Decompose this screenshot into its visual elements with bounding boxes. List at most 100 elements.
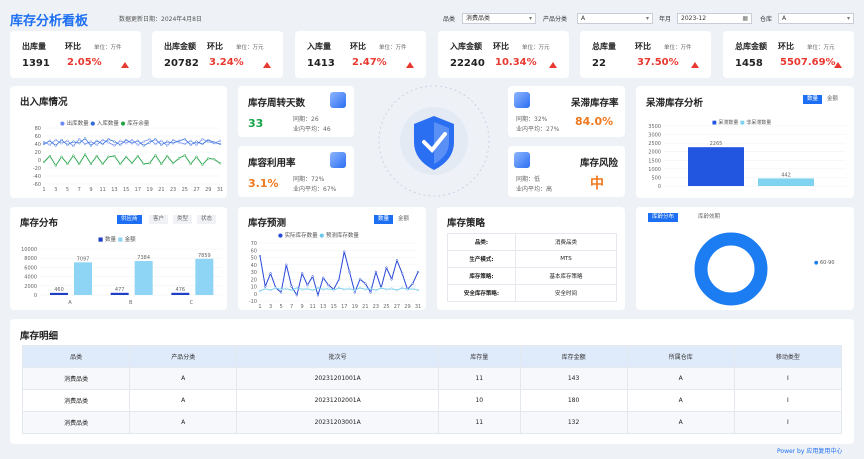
data-point — [189, 139, 192, 142]
tab-age-expiry[interactable]: 库龄效期 — [694, 213, 725, 222]
x-tick-label: C — [190, 300, 194, 306]
data-point — [72, 154, 75, 157]
table-cell: A — [626, 367, 735, 390]
kpi-name: 出库金额 — [164, 42, 196, 51]
up-arrow-icon — [834, 62, 842, 68]
data-point — [207, 157, 210, 160]
data-point — [166, 140, 169, 143]
stagnant-analysis-card: 呆滞库存分析 数量 金额 ■ 呆滞数量 ■ 非呆滞数量 3500 3000 2500… — [636, 86, 854, 198]
strategy-val: 安全时间 — [515, 284, 617, 302]
y-tick-label: 500 — [651, 175, 661, 181]
data-point — [95, 154, 98, 158]
column-header[interactable]: 产品分类 — [129, 345, 238, 368]
tab-customer[interactable]: 客户 — [149, 215, 169, 224]
bar-value-label: 2265 — [710, 141, 723, 147]
data-point — [89, 140, 93, 143]
strategy-row: 品类: 消费品类 — [447, 233, 617, 251]
tab-forecast-amount[interactable]: 金额 — [394, 215, 414, 224]
x-tick-label: 21 — [362, 304, 368, 310]
data-point — [207, 138, 210, 142]
data-point — [124, 138, 128, 142]
kpi-name: 入库量 — [307, 42, 331, 51]
data-point — [374, 270, 378, 274]
kpi-value: 20782 — [164, 58, 199, 69]
page-title: 库存分析看板 — [10, 14, 89, 29]
data-point — [274, 286, 277, 290]
data-point — [295, 294, 299, 297]
tab-amount[interactable]: 金额 — [823, 95, 843, 104]
column-header[interactable]: 所属仓库 — [626, 345, 735, 368]
table-row[interactable]: 消费品类 A 20231202001A 10 180 A I — [21, 389, 843, 412]
filter-month-label: 年月 — [659, 16, 672, 23]
strategy-row: 生产模式: MTS — [447, 250, 617, 268]
data-point — [72, 144, 75, 148]
data-point — [54, 164, 57, 167]
strategy-row: 库存策略: 基本库存策略 — [447, 267, 617, 285]
x-tick-label: 13 — [320, 304, 326, 310]
tab-forecast-quantity[interactable]: 数量 — [374, 215, 394, 224]
utilization-title: 库容利用率 — [248, 158, 296, 169]
data-point — [395, 288, 399, 292]
utilization-card: 库容利用率 3.1% 同期：72% 业内平均：67% — [238, 146, 354, 197]
filter-warehouse-select[interactable]: A ▾ — [778, 13, 854, 24]
filter-product-category-select[interactable]: A ▾ — [577, 13, 653, 24]
data-point — [83, 142, 87, 146]
bar-value-label: 442 — [781, 172, 791, 178]
warehouse-icon — [330, 152, 346, 168]
up-arrow-icon — [691, 62, 699, 68]
filter-category-select[interactable]: 消费品类 ▾ — [462, 13, 536, 24]
table-row[interactable]: 消费品类 A 20231203001A 11 132 A I — [21, 411, 843, 434]
risk-card: 库存风险 同期：低 业内平均：高 中 — [508, 146, 625, 197]
column-header[interactable]: 移动类型 — [733, 345, 843, 368]
data-point — [348, 287, 351, 290]
data-point — [107, 141, 110, 144]
table-cell: 10 — [438, 389, 521, 412]
column-header[interactable]: 批次号 — [236, 345, 440, 368]
x-tick-label: 31 — [217, 187, 223, 193]
kpi-percent: 5507.69% — [780, 57, 836, 68]
data-point — [258, 289, 262, 292]
column-header[interactable]: 库存金额 — [519, 345, 628, 368]
table-header-row: 品类 产品分类 批次号 库存量 库存金额 所属仓库 移动类型 — [21, 345, 843, 368]
bar-value-label: 477 — [115, 287, 125, 293]
bar-value-label: 7384 — [137, 255, 150, 261]
data-point — [327, 283, 330, 287]
data-point — [212, 158, 216, 161]
y-tick-label: 0 — [38, 158, 41, 164]
stagnant-rate-title: 呆滞库存率 — [571, 98, 619, 109]
filter-month-input[interactable]: 2023-12 ▦ — [677, 13, 752, 24]
data-point — [195, 140, 198, 143]
data-point — [119, 143, 122, 146]
data-point — [113, 144, 116, 147]
tab-quantity[interactable]: 数量 — [803, 95, 823, 104]
table-cell: I — [733, 389, 843, 412]
y-tick-label: 80 — [35, 126, 41, 132]
data-point — [195, 155, 198, 158]
table-row[interactable]: 消费品类 A 20231201001A 11 143 A I — [21, 367, 843, 390]
data-point — [269, 272, 272, 275]
tab-supplier[interactable]: 供应商 — [117, 215, 142, 224]
data-point — [107, 138, 110, 141]
column-header[interactable]: 品类 — [21, 345, 131, 368]
y-tick-label: 10 — [251, 285, 257, 291]
up-arrow-icon — [121, 62, 129, 68]
tab-status[interactable]: 状态 — [197, 215, 217, 224]
column-header[interactable]: 库存量 — [438, 345, 521, 368]
risk-yoy: 同期：低 — [516, 176, 541, 183]
data-point — [369, 287, 372, 290]
tab-age-distribution[interactable]: 库龄分布 — [648, 213, 679, 222]
tab-type[interactable]: 类型 — [173, 215, 193, 224]
data-point — [279, 291, 283, 294]
bar-value-label: 7097 — [77, 256, 90, 262]
data-point — [306, 287, 309, 290]
data-point — [189, 143, 192, 146]
data-point — [385, 266, 388, 269]
data-point — [48, 154, 52, 158]
bar — [134, 261, 153, 295]
footer-credit: Power by 应用复用中心 — [777, 448, 843, 455]
data-point — [142, 140, 145, 143]
kpi-name: 出库量 — [22, 42, 46, 51]
utilization-yoy: 同期：72% — [293, 176, 325, 183]
strategy-val: 消费品类 — [515, 233, 617, 251]
table-cell: A — [129, 389, 238, 412]
